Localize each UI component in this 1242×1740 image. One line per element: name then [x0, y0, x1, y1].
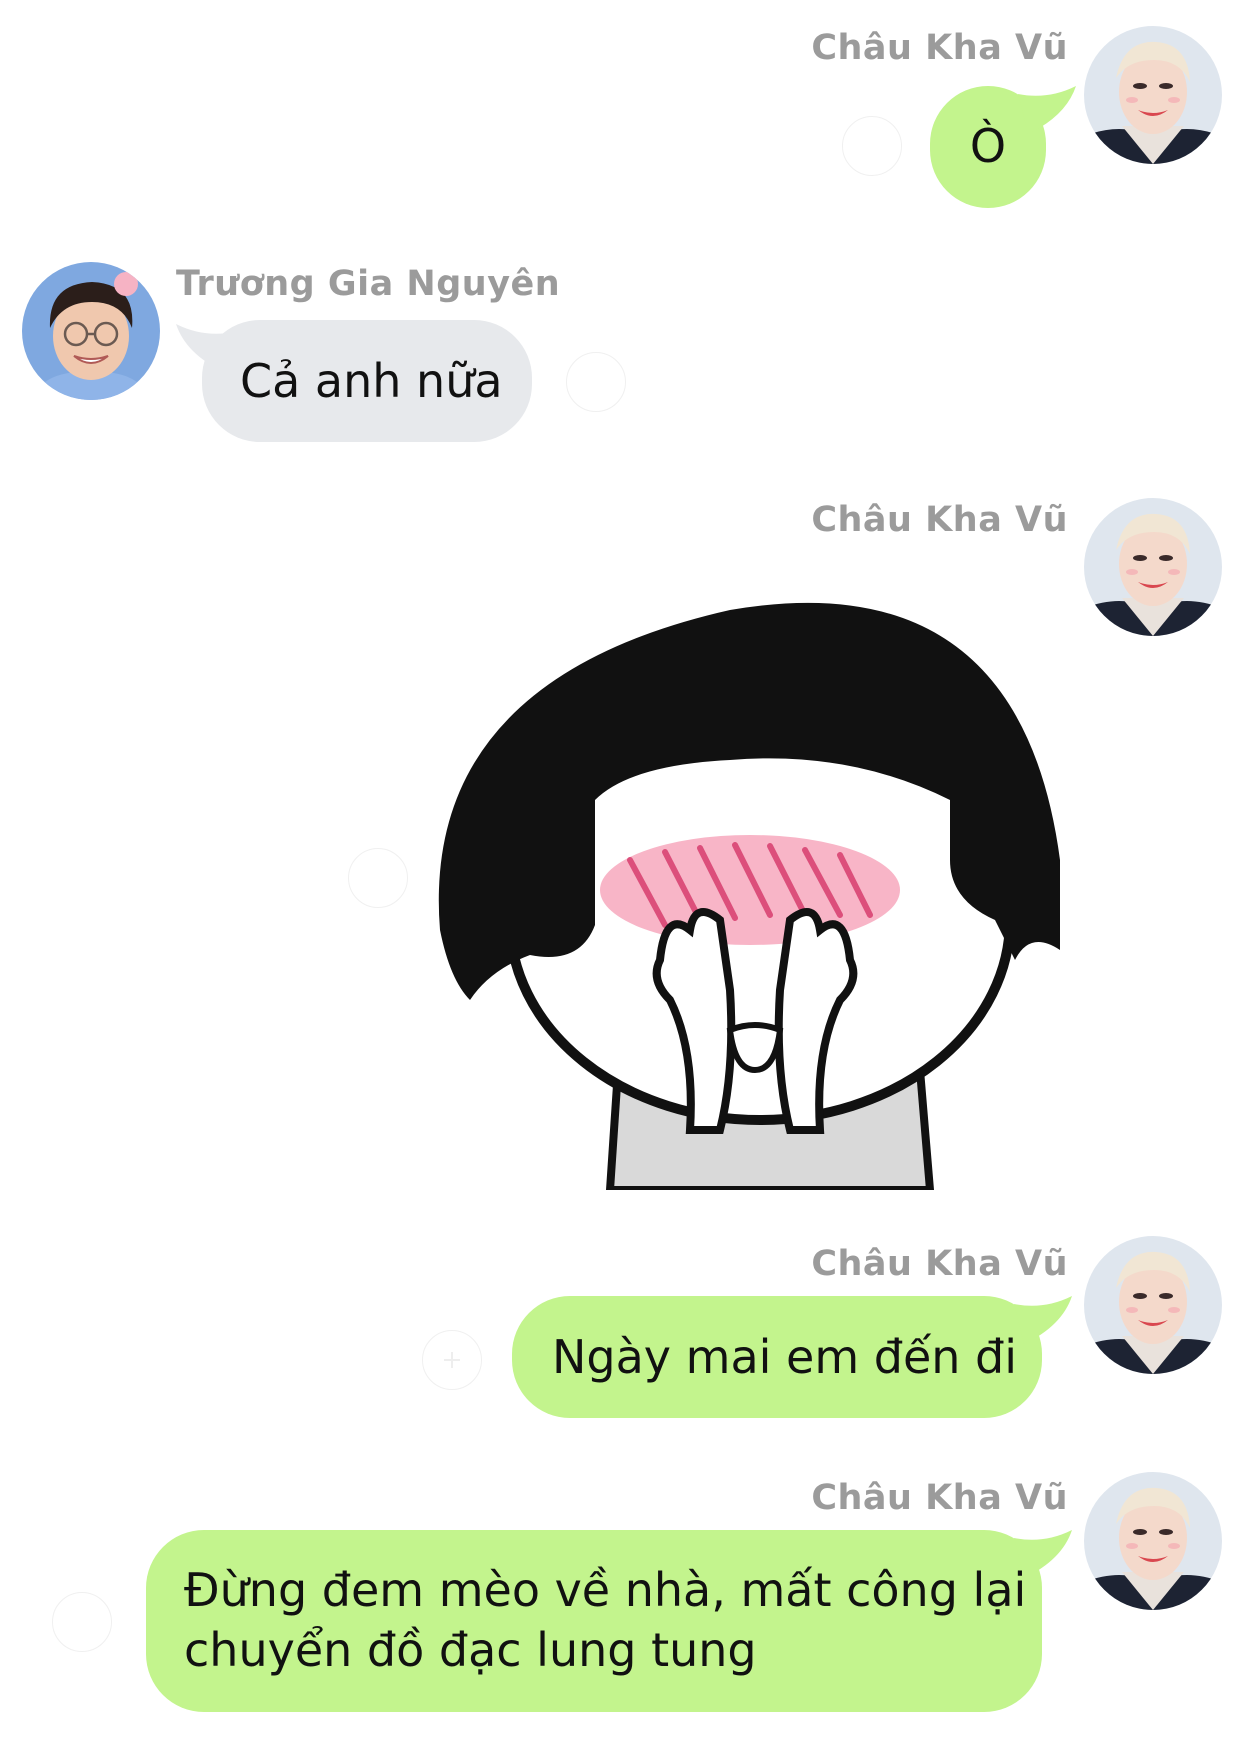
message-bubble[interactable]: Đừng đem mèo về nhà, mất công lại chuyển…	[146, 1530, 1072, 1712]
bubble-tail-icon	[1014, 1296, 1072, 1344]
blushing-cover-face-sticker[interactable]	[430, 570, 1070, 1194]
sender-name: Châu Kha Vũ	[811, 1244, 1068, 1284]
read-status-icon	[52, 1592, 112, 1652]
bubble-tail-icon	[1014, 1530, 1072, 1578]
bubble-tail-icon	[1018, 86, 1076, 134]
message-text-line: Đừng đem mèo về nhà, mất công lại	[184, 1563, 1027, 1617]
message-text: Cả anh nữa	[240, 354, 503, 408]
read-status-icon	[566, 352, 626, 412]
sender-name: Trương Gia Nguyên	[176, 264, 561, 304]
avatar[interactable]	[1084, 1472, 1222, 1610]
message-text: Ngày mai em đến đi	[552, 1330, 1018, 1384]
read-status-icon	[842, 116, 902, 176]
message-text-line: chuyển đồ đạc lung tung	[184, 1623, 757, 1677]
message-bubble[interactable]: Ò	[930, 86, 1076, 208]
message-text: Ò	[969, 119, 1007, 173]
bubble-tail-icon	[176, 324, 234, 372]
sender-name: Châu Kha Vũ	[811, 28, 1068, 68]
sender-name: Châu Kha Vũ	[811, 500, 1068, 540]
message-bubble[interactable]: Ngày mai em đến đi	[512, 1296, 1072, 1418]
sender-name: Châu Kha Vũ	[811, 1478, 1068, 1518]
avatar[interactable]	[22, 262, 160, 400]
read-status-icon	[348, 848, 408, 908]
avatar[interactable]	[1084, 1236, 1222, 1374]
read-status-icon	[422, 1330, 482, 1390]
avatar[interactable]	[1084, 26, 1222, 164]
message-bubble[interactable]: Cả anh nữa	[176, 320, 532, 442]
avatar[interactable]	[1084, 498, 1222, 636]
